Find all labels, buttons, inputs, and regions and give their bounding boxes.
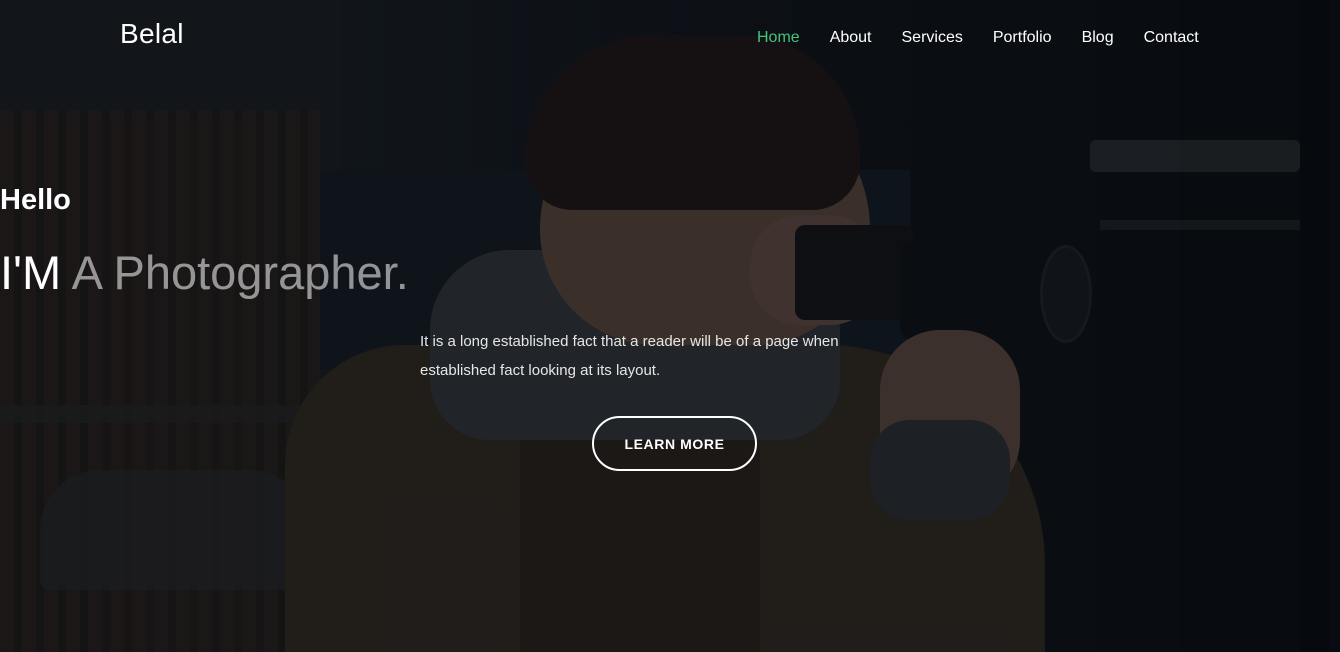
nav-item-about[interactable]: About — [830, 29, 872, 47]
hero-headline-role: A Photographer. — [71, 246, 409, 299]
hero-headline: I'M A Photographer. — [0, 245, 1340, 301]
hero-headline-prefix: I'M — [0, 246, 62, 299]
hero-section: Belal Home About Services Portfolio Blog… — [0, 0, 1340, 652]
hero-description: It is a long established fact that a rea… — [420, 327, 920, 385]
hero-description-line: It is a long established fact that a rea… — [420, 333, 839, 350]
brand-logo[interactable]: Belal — [120, 18, 184, 50]
dark-overlay — [0, 0, 1340, 652]
learn-more-button[interactable]: LEARN MORE — [592, 416, 757, 471]
main-nav: Home About Services Portfolio Blog Conta… — [757, 29, 1199, 47]
nav-item-contact[interactable]: Contact — [1144, 29, 1199, 47]
nav-item-blog[interactable]: Blog — [1082, 29, 1114, 47]
nav-item-services[interactable]: Services — [902, 29, 963, 47]
nav-item-home[interactable]: Home — [757, 29, 800, 47]
hero-description-line: established fact looking at its layout. — [420, 362, 661, 379]
hero-greeting: Hello — [0, 184, 71, 216]
nav-item-portfolio[interactable]: Portfolio — [993, 29, 1052, 47]
